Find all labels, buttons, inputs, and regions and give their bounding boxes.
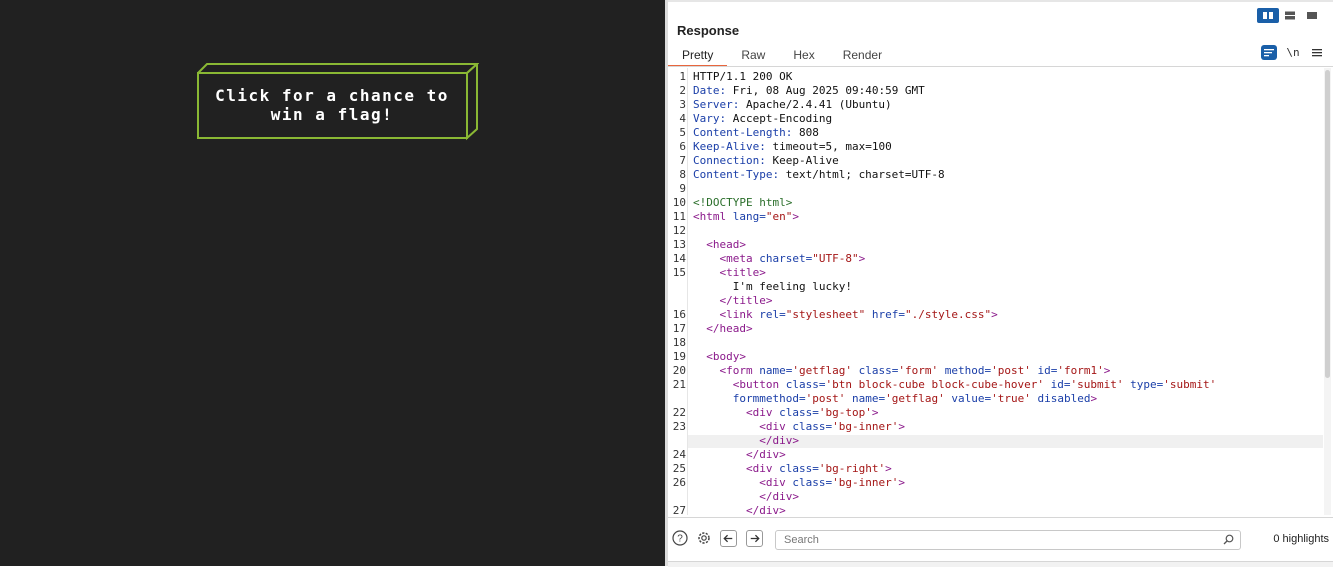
code-line: <div class='bg-inner'> xyxy=(759,476,905,489)
line-number: 13 xyxy=(672,238,686,251)
arrow-left-icon[interactable] xyxy=(720,530,737,547)
line-number: 22 xyxy=(672,406,686,419)
line-number: 8 xyxy=(679,168,686,181)
line-number: 24 xyxy=(672,448,686,461)
help-icon[interactable]: ? xyxy=(672,530,688,546)
line-number: 23 xyxy=(672,420,686,433)
code-line: <form name='getflag' class='form' method… xyxy=(719,364,1111,377)
code-line: <!DOCTYPE html> xyxy=(693,196,793,209)
editor-tools: \n xyxy=(1261,45,1325,60)
code-line: Server: Apache/2.4.41 (Ubuntu) xyxy=(693,98,892,111)
line-number: 6 xyxy=(679,140,686,153)
code-line: </div> xyxy=(745,448,786,461)
code-line: <head> xyxy=(706,238,746,251)
line-number: 2 xyxy=(679,84,686,97)
tab-pretty[interactable]: Pretty xyxy=(668,46,728,67)
rendered-page: Click for a chance to win a flag! xyxy=(0,0,665,566)
search-icon xyxy=(1223,534,1234,545)
line-number: 26 xyxy=(672,476,686,489)
single-pane-icon[interactable] xyxy=(1301,8,1323,23)
line-number: 15 xyxy=(672,266,686,279)
line-number: 27 xyxy=(672,504,686,515)
newline-toggle[interactable]: \n xyxy=(1285,45,1301,60)
svg-text:?: ? xyxy=(677,534,683,545)
code-line: Content-Length: 808 xyxy=(693,126,819,139)
line-number: 5 xyxy=(679,126,686,139)
line-number: 9 xyxy=(679,182,686,195)
gear-icon[interactable] xyxy=(696,530,712,546)
line-number: 17 xyxy=(672,322,686,335)
code-line: <meta charset="UTF-8"> xyxy=(719,252,866,265)
search-bar: ? Search 0 highlights xyxy=(668,517,1333,562)
line-number: 18 xyxy=(672,336,686,349)
split-vertical-icon[interactable] xyxy=(1257,8,1279,23)
tab-hex[interactable]: Hex xyxy=(779,46,828,65)
code-line: </div> xyxy=(759,434,799,447)
line-number: 3 xyxy=(679,98,686,111)
code-line: <div class='bg-right'> xyxy=(745,462,892,475)
code-line: <button class='btn block-cube block-cube… xyxy=(732,378,1217,391)
line-number: 21 xyxy=(672,378,686,391)
line-number: 4 xyxy=(679,112,686,125)
line-number: 16 xyxy=(672,308,686,321)
code-line: formmethod='post' name='getflag' value='… xyxy=(732,392,1098,405)
hamburger-menu-icon[interactable] xyxy=(1309,45,1325,60)
line-number: 14 xyxy=(672,252,686,265)
split-horizontal-icon[interactable] xyxy=(1279,8,1301,23)
code-line: <title> xyxy=(719,266,766,279)
code-line: <body> xyxy=(706,350,746,363)
code-line: <html lang="en"> xyxy=(693,210,799,223)
line-number: 10 xyxy=(672,196,686,209)
response-title: Response xyxy=(677,23,740,38)
editor-scrollbar[interactable] xyxy=(1324,68,1331,515)
response-editor[interactable]: 1 2 3 4 5 6 7 8 9 10 11 12 13 14 15 16 1… xyxy=(668,68,1323,515)
search-placeholder: Search xyxy=(784,534,819,546)
code-line: Connection: Keep-Alive xyxy=(693,154,839,167)
code-line: HTTP/1.1 200 OK xyxy=(693,70,793,83)
code-line: <div class='bg-inner'> xyxy=(759,420,905,433)
highlights-count: 0 highlights xyxy=(1273,533,1329,545)
line-number: 1 xyxy=(679,70,686,83)
tab-raw[interactable]: Raw xyxy=(727,46,779,65)
arrow-right-icon[interactable] xyxy=(746,530,763,547)
tab-render[interactable]: Render xyxy=(829,46,896,65)
line-number: 12 xyxy=(672,224,686,237)
code-line: <div class='bg-top'> xyxy=(745,406,879,419)
code-line: </head> xyxy=(706,322,753,335)
code-line: <link rel="stylesheet" href="./style.css… xyxy=(719,308,998,321)
code-line: Date: Fri, 08 Aug 2025 09:40:59 GMT xyxy=(693,84,925,97)
response-panel: Response Pretty Raw Hex Render \n 1 2 3 … xyxy=(668,0,1333,567)
line-number: 19 xyxy=(672,350,686,363)
code-line: I'm feeling lucky! xyxy=(693,280,852,293)
wrap-lines-icon[interactable] xyxy=(1261,45,1277,60)
code-line: Keep-Alive: timeout=5, max=100 xyxy=(693,140,892,153)
code-line: </div> xyxy=(745,504,786,515)
code-line: </title> xyxy=(719,294,773,307)
line-number: 25 xyxy=(672,462,686,475)
code-line: Content-Type: text/html; charset=UTF-8 xyxy=(693,168,945,181)
search-input[interactable]: Search xyxy=(775,530,1241,550)
view-mode-toggle xyxy=(1257,8,1323,23)
code-line: </div> xyxy=(759,490,799,503)
line-number: 7 xyxy=(679,154,686,167)
line-number: 20 xyxy=(672,364,686,377)
scrollbar-thumb[interactable] xyxy=(1325,70,1330,378)
code-line: Vary: Accept-Encoding xyxy=(693,112,833,125)
response-tabs: Pretty Raw Hex Render xyxy=(668,46,896,67)
line-number: 11 xyxy=(672,210,686,223)
flag-button[interactable]: Click for a chance to win a flag! xyxy=(199,73,465,137)
